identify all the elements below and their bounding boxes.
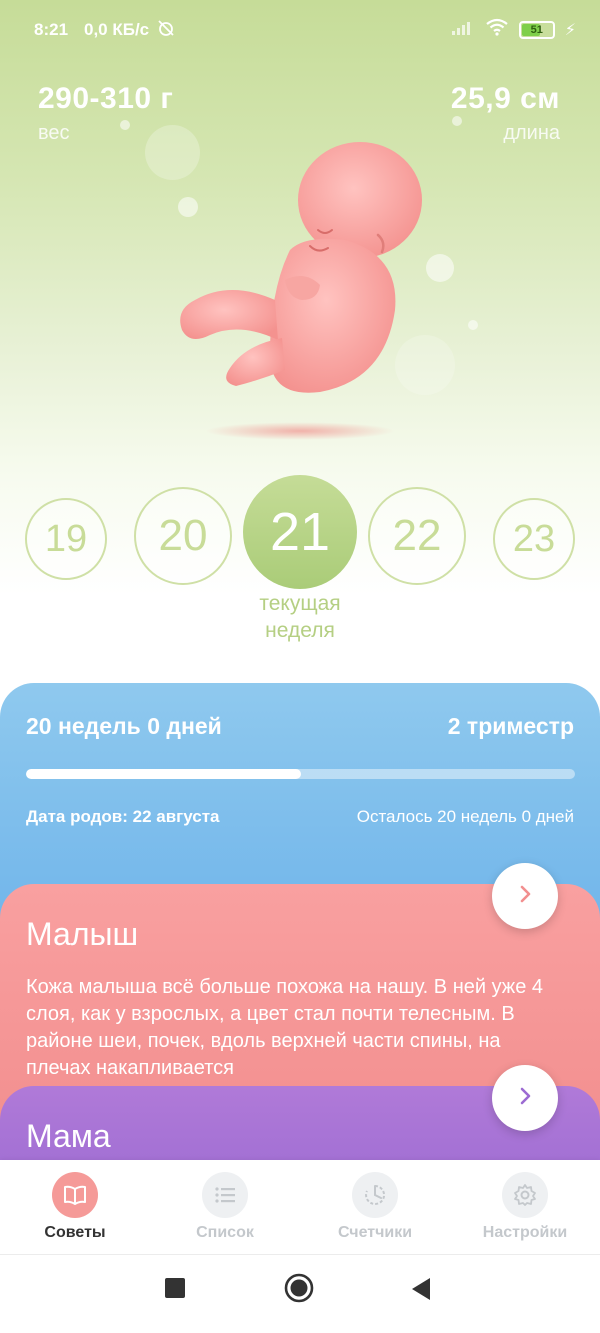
battery-level: 51 [530,23,543,36]
week-22[interactable]: 22 [368,487,466,585]
status-time: 8:21 [34,20,69,39]
current-week-label: текущая неделя [220,590,380,644]
nav-settings-label: Настройки [482,1224,568,1241]
back-button[interactable] [410,1277,432,1306]
week-number: 21 [269,502,331,562]
bubble-decoration [468,320,478,330]
charging-icon: ⚡ [564,21,576,39]
week-20[interactable]: 20 [134,487,232,585]
system-navigation-bar [0,1254,600,1333]
elapsed-weeks: 20 недель 0 дней [26,713,222,739]
wifi-icon [485,18,509,41]
week-19[interactable]: 19 [25,498,107,580]
trimester: 2 триместр [447,713,574,739]
status-network-speed: 0,0 КБ/с [84,20,150,39]
embryo-shadow [205,422,395,440]
weight-value: 290-310 г [38,82,174,115]
week-number: 20 [158,511,208,560]
list-icon [202,1172,248,1218]
battery-icon: 51 [518,20,555,39]
remaining-time: Осталось 20 недель 0 дней [356,807,574,826]
alarm-off-icon [156,18,176,43]
bubble-decoration [120,120,130,130]
week-23[interactable]: 23 [493,498,575,580]
signal-icon [451,18,475,41]
baby-card-text: Кожа малыша всё больше похожа на нашу. В… [26,976,543,1079]
nav-settings[interactable]: Настройки [450,1172,600,1242]
timer-icon [352,1172,398,1218]
recents-button[interactable] [164,1277,186,1304]
nav-tips-label: Советы [44,1224,106,1241]
chevron-right-icon [514,883,536,910]
chevron-right-icon [514,1085,536,1112]
nav-counters-label: Счетчики [337,1224,413,1241]
week-number: 19 [44,517,88,560]
status-bar: 8:21 0,0 КБ/с 51 ⚡ [0,0,600,60]
nav-tips[interactable]: Советы [0,1172,150,1242]
embryo-illustration [180,142,422,393]
home-button[interactable] [284,1273,314,1308]
baby-card-open-button[interactable] [492,863,558,929]
bottom-navigation: Советы Список Счетчики Настройки [0,1160,600,1254]
due-date: Дата родов: 22 августа [26,807,220,826]
baby-card-title: Малыш [26,916,139,952]
bubble-decoration [452,116,462,126]
gear-icon [502,1172,548,1218]
mom-card-open-button[interactable] [492,1065,558,1131]
current-week-label-line2: неделя [265,619,335,642]
length-label: длина [503,122,560,144]
nav-counters[interactable]: Счетчики [300,1172,450,1242]
week-number: 23 [512,517,556,560]
status-icons: 51 ⚡ [451,18,576,41]
length-value: 25,9 см [450,82,560,115]
book-icon [52,1172,98,1218]
current-week-label-line1: текущая [259,592,341,615]
nav-list[interactable]: Список [150,1172,300,1242]
progress-bar [26,769,575,779]
length-metric: 25,9 см длина [451,82,560,145]
mom-card-title: Мама [26,1118,111,1154]
progress-bar-fill [26,769,301,779]
week-21-current[interactable]: 21 [243,475,357,589]
week-number: 22 [392,511,442,560]
nav-list-label: Список [196,1224,254,1241]
